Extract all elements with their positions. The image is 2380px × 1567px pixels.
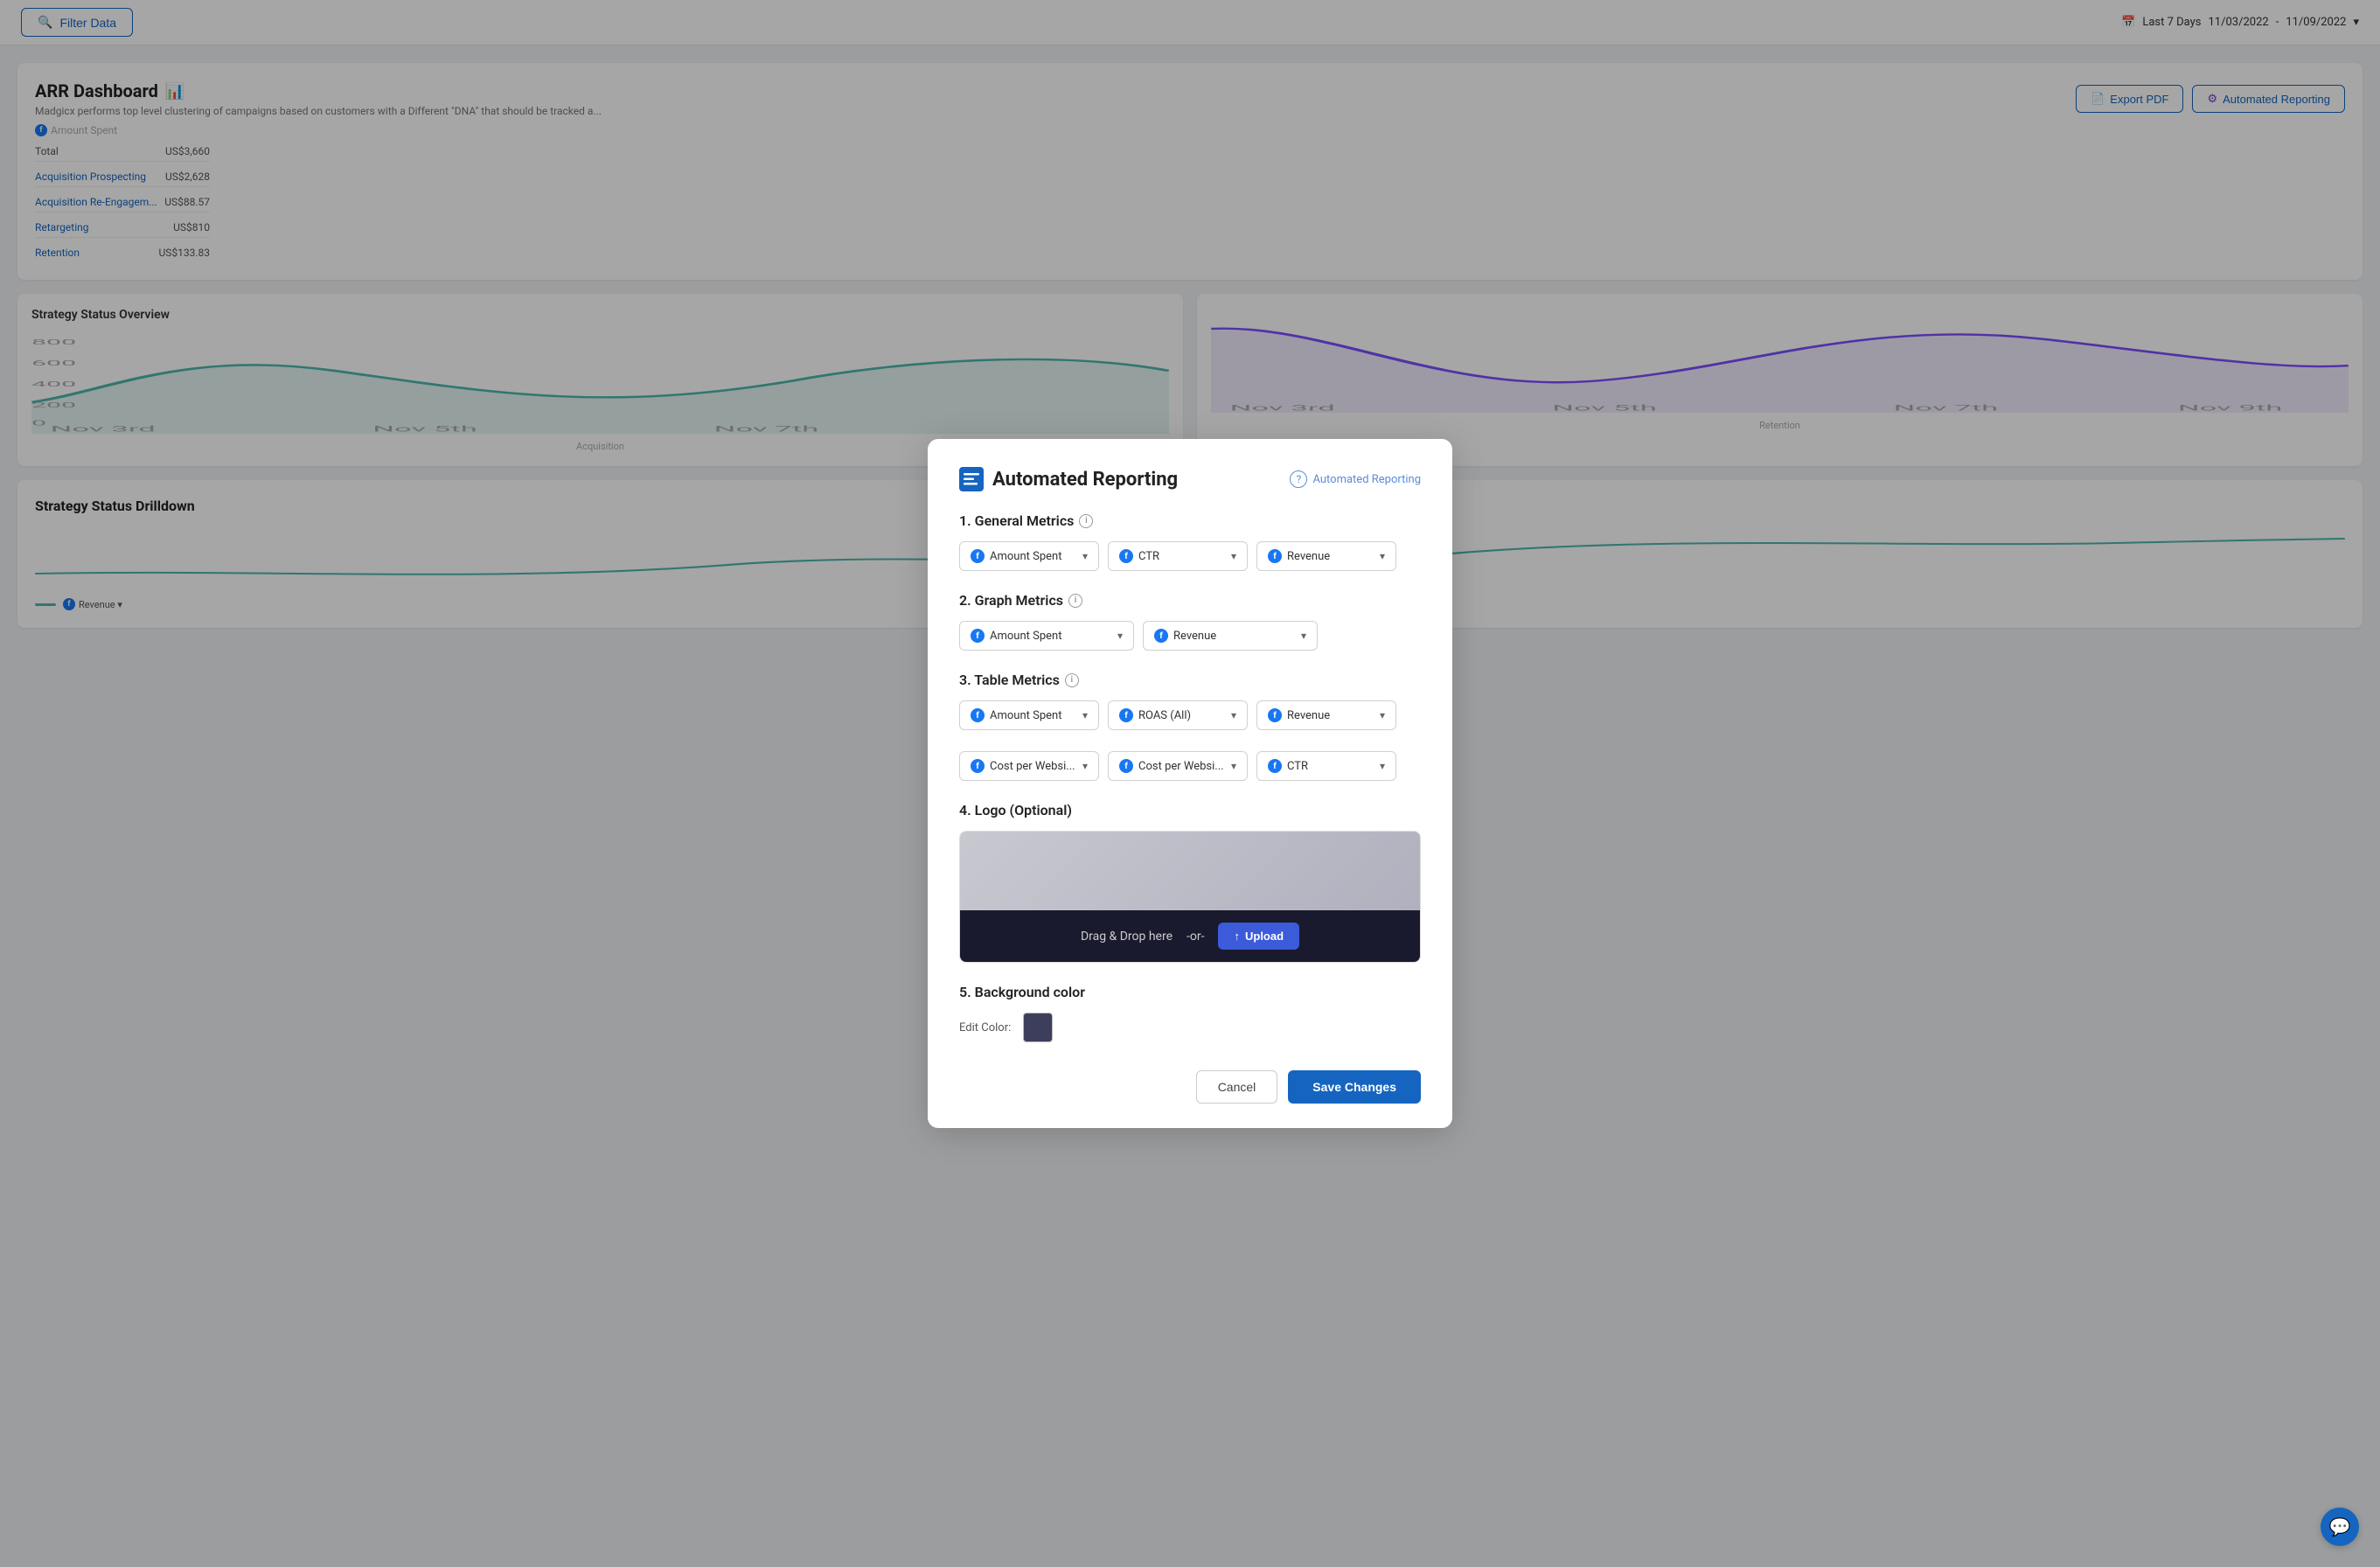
fb-icon-1: f [971, 549, 985, 563]
table-metric-1-label: Amount Spent [990, 709, 1061, 722]
general-metric-1-dropdown[interactable]: f Amount Spent ▾ [959, 541, 1099, 571]
modal-footer: Cancel Save Changes [959, 1067, 1421, 1104]
color-swatch[interactable] [1023, 1013, 1053, 1042]
modal-overlay[interactable]: Automated Reporting ? Automated Reportin… [0, 0, 2380, 1567]
chevron-down-icon-g1: ▾ [1117, 630, 1123, 642]
table-metric-2-dropdown[interactable]: f ROAS (All) ▾ [1108, 700, 1248, 730]
fb-icon-t5: f [1119, 759, 1133, 773]
table-metric-6-dropdown[interactable]: f CTR ▾ [1256, 751, 1396, 781]
edit-color-label: Edit Color: [959, 1021, 1011, 1034]
background-color-section: 5. Background color Edit Color: [959, 984, 1421, 1042]
general-metric-3-label: Revenue [1287, 550, 1330, 563]
chat-bubble[interactable]: 💬 [2321, 1508, 2359, 1546]
upload-button[interactable]: ↑ Upload [1218, 923, 1299, 950]
chevron-down-icon-t6: ▾ [1380, 760, 1385, 772]
help-circle-icon: ? [1290, 470, 1307, 488]
fb-icon-g2: f [1154, 629, 1168, 643]
table-metric-3-dropdown[interactable]: f Revenue ▾ [1256, 700, 1396, 730]
logo-section-title: 4. Logo (Optional) [959, 802, 1421, 818]
graph-metric-2-dropdown[interactable]: f Revenue ▾ [1143, 621, 1318, 651]
graph-metric-2-label: Revenue [1173, 630, 1216, 643]
chevron-down-icon-t1: ▾ [1082, 709, 1088, 721]
fb-icon-2: f [1119, 549, 1133, 563]
help-link[interactable]: ? Automated Reporting [1290, 470, 1421, 488]
general-metric-3-dropdown[interactable]: f Revenue ▾ [1256, 541, 1396, 571]
save-changes-button[interactable]: Save Changes [1288, 1070, 1421, 1104]
upload-label: Upload [1245, 930, 1284, 943]
logo-upload-area[interactable]: Drag & Drop here -or- ↑ Upload [959, 831, 1421, 963]
automated-reporting-modal: Automated Reporting ? Automated Reportin… [928, 439, 1452, 1128]
chevron-down-icon-2: ▾ [1231, 550, 1236, 562]
fb-icon-t4: f [971, 759, 985, 773]
color-row: Edit Color: [959, 1013, 1421, 1042]
fb-icon-t2: f [1119, 708, 1133, 722]
chevron-down-icon-1: ▾ [1082, 550, 1088, 562]
drag-drop-text: Drag & Drop here [1081, 930, 1173, 944]
modal-header: Automated Reporting ? Automated Reportin… [959, 467, 1421, 491]
table-metrics-title: 3. Table Metrics i [959, 672, 1421, 688]
general-metric-2-dropdown[interactable]: f CTR ▾ [1108, 541, 1248, 571]
general-metrics-info-icon[interactable]: i [1079, 514, 1093, 528]
chevron-down-icon-t4: ▾ [1082, 760, 1088, 772]
cancel-button[interactable]: Cancel [1196, 1070, 1278, 1104]
table-metrics-info-icon[interactable]: i [1065, 673, 1079, 687]
chevron-down-icon-g2: ▾ [1301, 630, 1306, 642]
table-metric-6-label: CTR [1287, 760, 1308, 773]
fb-icon-t3: f [1268, 708, 1282, 722]
logo-drop-bar: Drag & Drop here -or- ↑ Upload [960, 910, 1420, 962]
modal-title-icon [959, 467, 984, 491]
logo-section: 4. Logo (Optional) Drag & Drop here -or-… [959, 802, 1421, 963]
fb-icon-t6: f [1268, 759, 1282, 773]
table-metrics-dropdowns-row1: f Amount Spent ▾ f ROAS (All) ▾ f Revenu… [959, 700, 1421, 730]
graph-metric-1-dropdown[interactable]: f Amount Spent ▾ [959, 621, 1134, 651]
graph-metric-1-label: Amount Spent [990, 630, 1061, 643]
table-metric-1-dropdown[interactable]: f Amount Spent ▾ [959, 700, 1099, 730]
table-metric-4-label: Cost per Websi... [990, 760, 1075, 773]
graph-metrics-info-icon[interactable]: i [1068, 594, 1082, 608]
table-metric-4-dropdown[interactable]: f Cost per Websi... ▾ [959, 751, 1099, 781]
general-metric-2-label: CTR [1138, 550, 1159, 563]
chat-icon: 💬 [2329, 1516, 2351, 1537]
general-metrics-title: 1. General Metrics i [959, 512, 1421, 529]
logo-preview [960, 832, 1420, 910]
table-metric-5-label: Cost per Websi... [1138, 760, 1224, 773]
table-metric-5-dropdown[interactable]: f Cost per Websi... ▾ [1108, 751, 1248, 781]
modal-title: Automated Reporting [959, 467, 1178, 491]
general-metrics-section: 1. General Metrics i f Amount Spent ▾ f … [959, 512, 1421, 571]
table-metric-3-label: Revenue [1287, 709, 1330, 722]
chevron-down-icon-t2: ▾ [1231, 709, 1236, 721]
fb-icon-3: f [1268, 549, 1282, 563]
upload-arrow-icon: ↑ [1234, 930, 1240, 943]
or-text: -or- [1187, 930, 1204, 944]
chevron-down-icon-t5: ▾ [1231, 760, 1236, 772]
table-metrics-dropdowns-row2: f Cost per Websi... ▾ f Cost per Websi..… [959, 751, 1421, 781]
graph-metrics-section: 2. Graph Metrics i f Amount Spent ▾ f Re… [959, 592, 1421, 651]
general-metric-1-label: Amount Spent [990, 550, 1061, 563]
fb-icon-g1: f [971, 629, 985, 643]
background-color-title: 5. Background color [959, 984, 1421, 1000]
graph-metrics-title: 2. Graph Metrics i [959, 592, 1421, 609]
modal-title-text: Automated Reporting [992, 469, 1178, 491]
table-metric-2-label: ROAS (All) [1138, 709, 1191, 722]
help-link-label: Automated Reporting [1312, 473, 1421, 486]
chevron-down-icon-t3: ▾ [1380, 709, 1385, 721]
fb-icon-t1: f [971, 708, 985, 722]
general-metrics-dropdowns: f Amount Spent ▾ f CTR ▾ f Revenue ▾ [959, 541, 1421, 571]
graph-metrics-dropdowns: f Amount Spent ▾ f Revenue ▾ [959, 621, 1421, 651]
table-metrics-section: 3. Table Metrics i f Amount Spent ▾ f RO… [959, 672, 1421, 781]
chevron-down-icon-3: ▾ [1380, 550, 1385, 562]
